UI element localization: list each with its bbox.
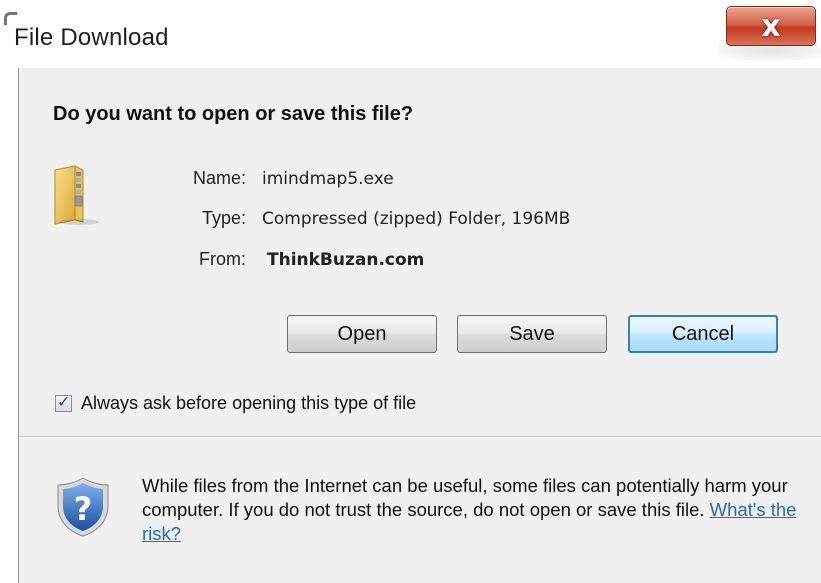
close-button[interactable]: x: [726, 6, 816, 46]
file-name-value: imindmap5.exe: [262, 169, 394, 189]
open-button[interactable]: Open: [287, 315, 437, 353]
section-divider: [19, 436, 821, 438]
save-button[interactable]: Save: [457, 315, 607, 353]
always-ask-label[interactable]: Always ask before opening this type of f…: [81, 393, 416, 414]
warning-text: While files from the Internet can be use…: [142, 475, 788, 520]
close-icon: x: [761, 8, 781, 44]
file-from-label: From:: [199, 249, 246, 269]
always-ask-checkbox[interactable]: ✓: [55, 392, 72, 412]
svg-text:?: ?: [74, 490, 93, 528]
file-from-value: ThinkBuzan.com: [267, 250, 425, 270]
zip-folder-icon: [54, 165, 99, 225]
file-type-value: Compressed (zipped) Folder, 196MB: [262, 209, 571, 229]
file-name-label: Name:: [192, 168, 246, 188]
dialog-question: Do you want to open or save this file?: [53, 103, 414, 125]
window-title: File Download: [14, 24, 169, 51]
security-warning: While files from the Internet can be use…: [142, 474, 802, 546]
title-bar: File Download x: [0, 0, 821, 68]
security-shield-icon: ?: [57, 477, 109, 537]
cancel-button[interactable]: Cancel: [628, 315, 778, 353]
file-type-label: Type:: [201, 208, 246, 228]
dialog-body: Do you want to open or save this file? N…: [18, 68, 821, 583]
checkmark-icon: ✓: [57, 392, 71, 411]
